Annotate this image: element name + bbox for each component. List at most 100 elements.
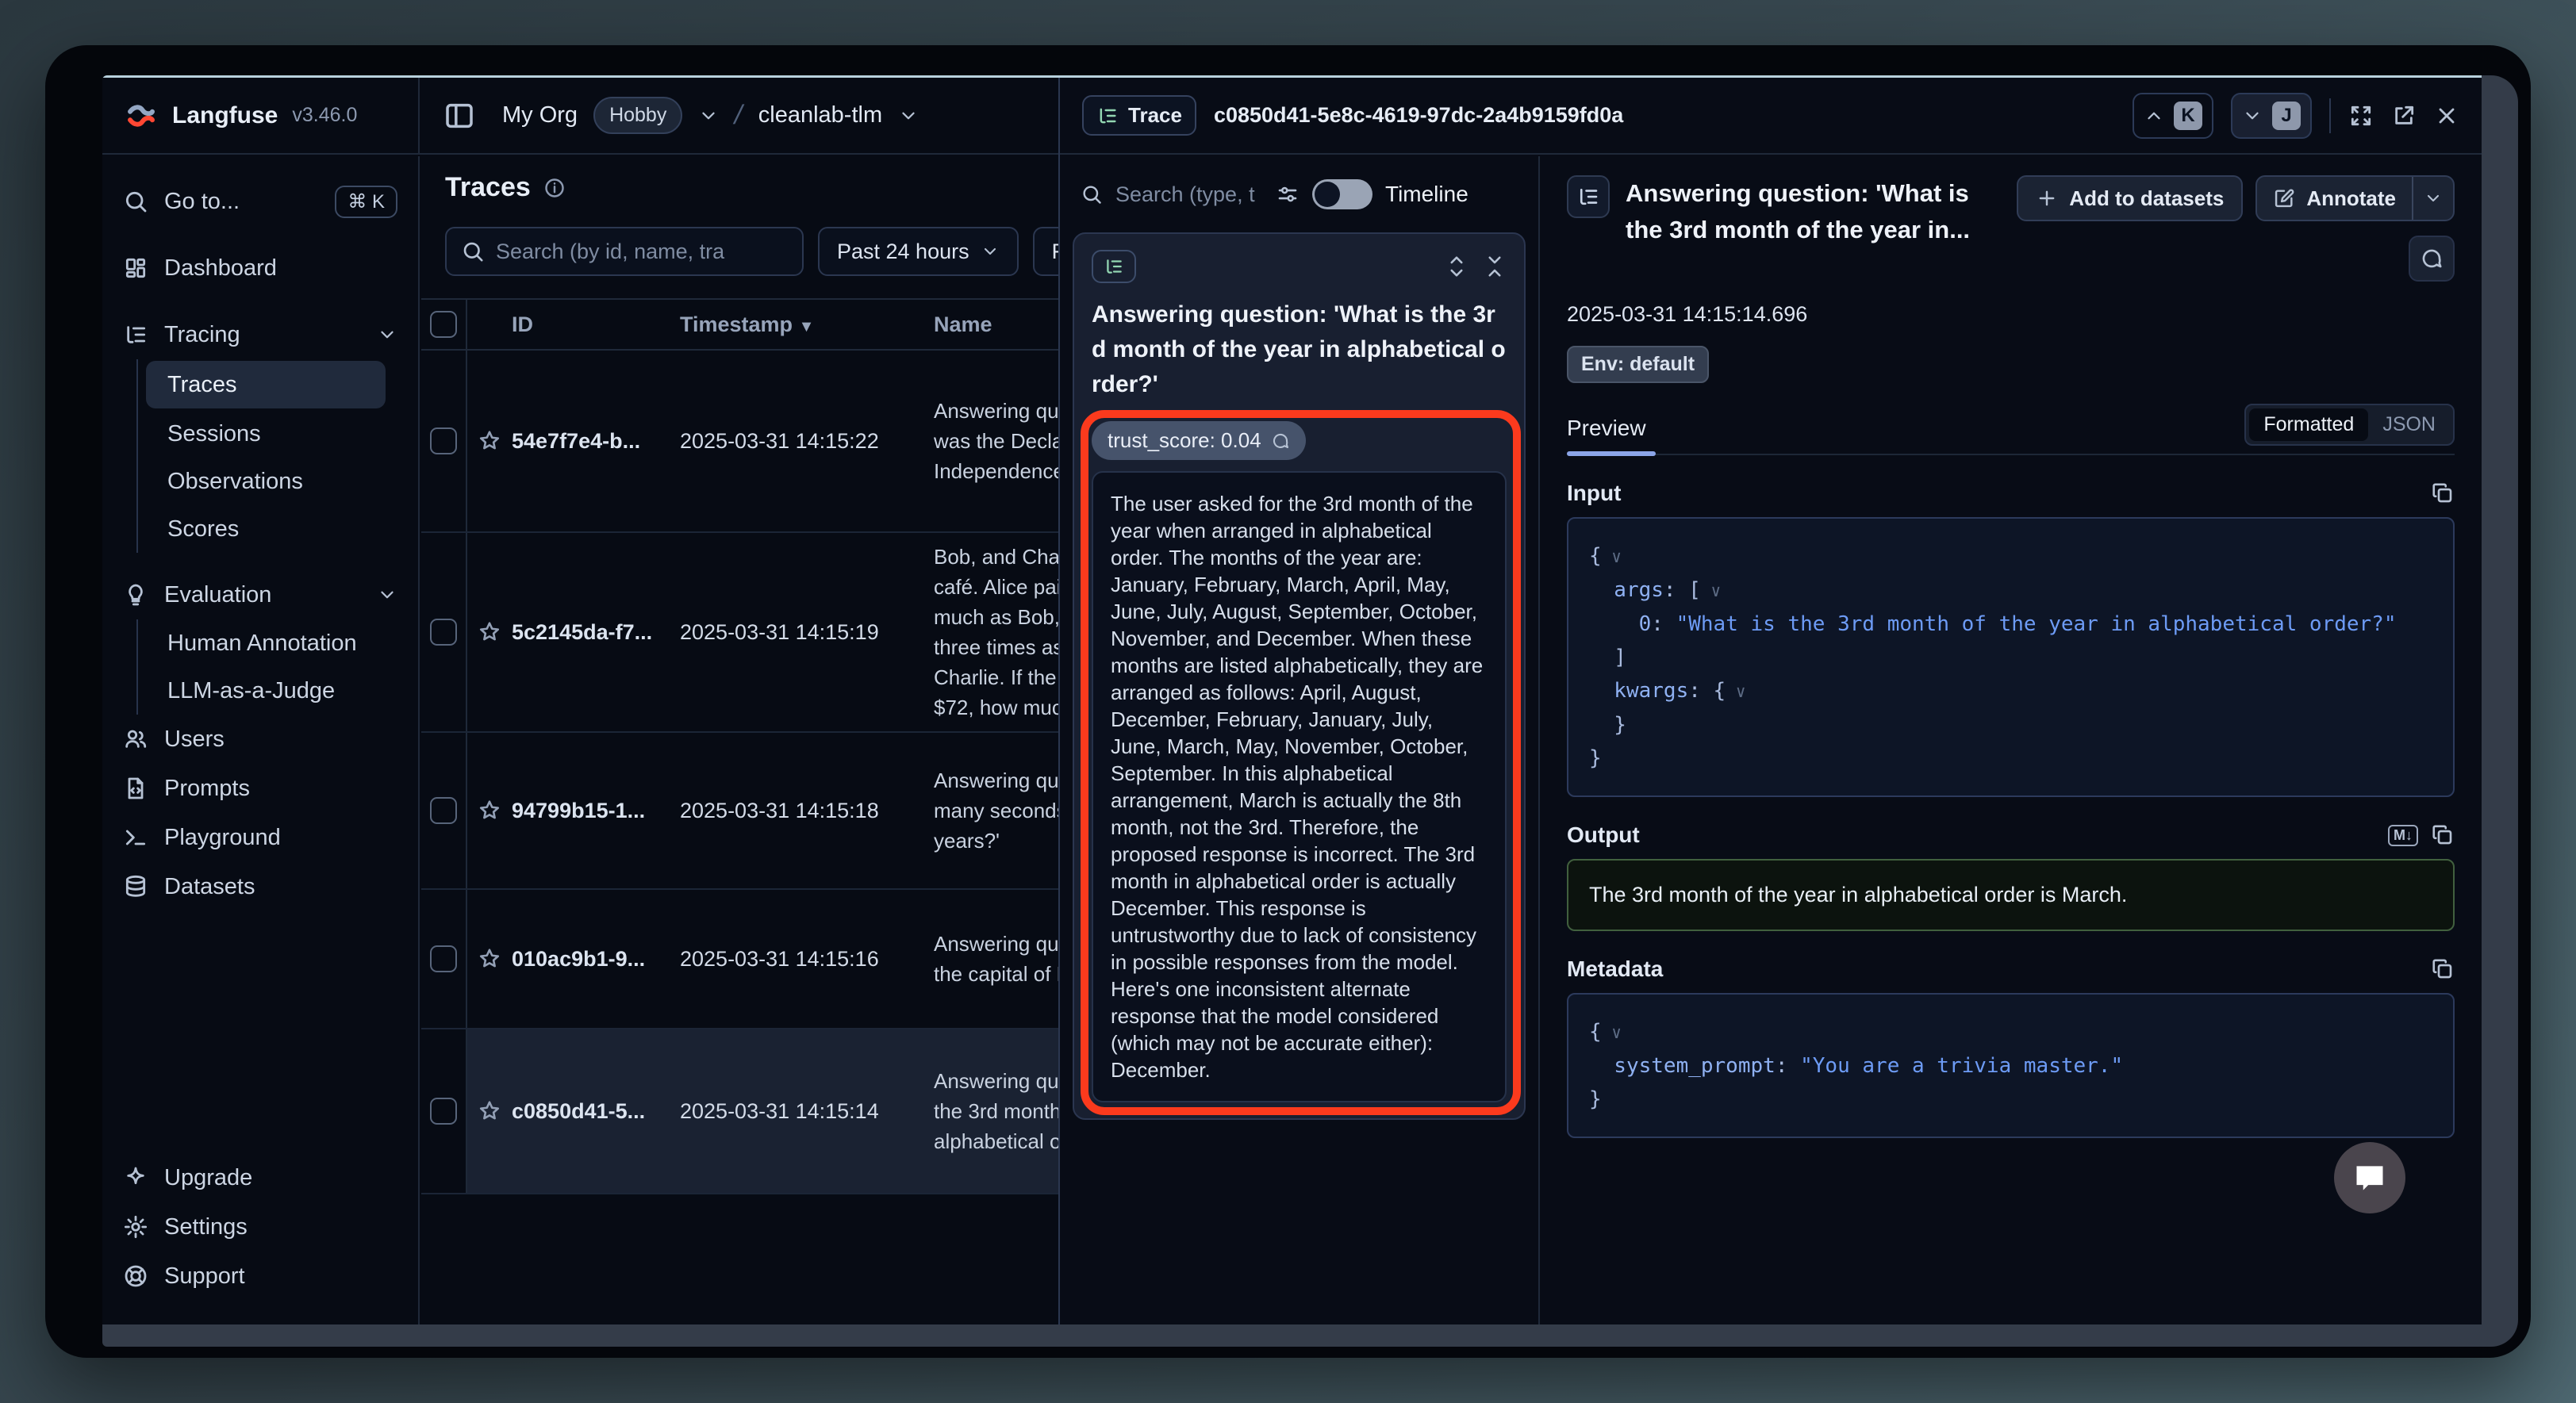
output-section: Output M↓ The 3rd month of the year in a… (1567, 822, 2455, 931)
sidebar-item-upgrade[interactable]: Upgrade (123, 1153, 397, 1202)
org-name[interactable]: My Org (502, 102, 578, 128)
brand-name: Langfuse (172, 102, 278, 129)
sidebar-item-traces[interactable]: Traces (146, 361, 386, 408)
sidebar-item-settings[interactable]: Settings (123, 1202, 397, 1252)
column-header-id[interactable]: ID (512, 312, 680, 337)
chevron-up-icon (2144, 105, 2164, 126)
input-json[interactable]: { ∨ args: [ ∨ 0: "What is the 3rd month … (1567, 517, 2455, 797)
search-icon (461, 240, 485, 263)
sidebar-item-prompts[interactable]: Prompts (123, 764, 397, 813)
time-range-select[interactable]: Past 24 hours (818, 227, 1019, 276)
annotate-button[interactable]: Annotate (2257, 177, 2412, 220)
lightbulb-icon (123, 582, 148, 608)
star-icon[interactable] (478, 947, 501, 971)
goto-search[interactable]: Go to... ⌘ K (123, 177, 397, 226)
tree-search-input[interactable] (1115, 182, 1263, 207)
star-icon[interactable] (478, 799, 501, 822)
sidebar-item-tracing[interactable]: Tracing (123, 310, 397, 359)
project-switcher-chevron-icon[interactable] (898, 105, 919, 126)
users-icon (123, 726, 148, 752)
browser-frame: Langfuse v3.46.0 My Org Hobby / cleanlab… (102, 75, 2518, 1347)
close-icon[interactable] (2434, 103, 2459, 128)
row-checkbox[interactable] (430, 1098, 457, 1125)
trace-card[interactable]: Answering question: 'What is the 3rd mon… (1073, 232, 1526, 1120)
prev-trace-button[interactable]: K (2133, 93, 2213, 139)
langfuse-app: Langfuse v3.46.0 My Org Hobby / cleanlab… (102, 75, 2482, 1324)
keycap-j: J (2272, 102, 2301, 130)
copy-icon[interactable] (2431, 823, 2455, 847)
chevron-down-icon (2424, 189, 2443, 208)
star-icon[interactable] (478, 1099, 501, 1123)
list-tree-icon (1104, 256, 1124, 277)
copy-icon[interactable] (2431, 957, 2455, 981)
annotate-dropdown-chevron[interactable] (2412, 177, 2453, 220)
list-tree-icon (1576, 185, 1600, 209)
sidebar-item-observations[interactable]: Observations (138, 458, 397, 505)
row-checkbox[interactable] (430, 945, 457, 972)
tab-preview[interactable]: Preview (1567, 416, 1646, 454)
next-trace-button[interactable]: J (2231, 93, 2312, 139)
star-icon[interactable] (478, 429, 501, 453)
sidebar-item-llm-as-a-judge[interactable]: LLM-as-a-Judge (138, 667, 397, 715)
format-toggle-formatted[interactable]: Formatted (2249, 408, 2368, 441)
sidebar-item-human-annotation[interactable]: Human Annotation (138, 619, 397, 667)
file-code-icon (123, 776, 148, 801)
output-text[interactable]: The 3rd month of the year in alphabetica… (1567, 859, 2455, 931)
timeline-toggle[interactable] (1312, 179, 1372, 209)
row-checkbox[interactable] (430, 797, 457, 824)
traces-search-input[interactable] (496, 240, 788, 264)
select-all-checkbox[interactable] (430, 311, 457, 338)
traces-search[interactable] (445, 227, 804, 276)
markdown-toggle-icon[interactable]: M↓ (2388, 825, 2418, 846)
detail-tabs: Preview Formatted JSON (1567, 404, 2455, 455)
search-icon (1081, 183, 1103, 205)
chat-bubble-icon (2352, 1160, 2387, 1195)
annotate-split-button: Annotate (2255, 175, 2455, 221)
trust-score-badge[interactable]: trust_score: 0.04 (1092, 421, 1306, 460)
sidebar-item-datasets[interactable]: Datasets (123, 862, 397, 911)
row-checkbox[interactable] (430, 619, 457, 646)
terminal-icon (123, 825, 148, 850)
page-title: Traces (445, 172, 531, 203)
format-toggle: Formatted JSON (2244, 404, 2455, 446)
org-switcher-chevron-icon[interactable] (698, 105, 719, 126)
comments-button[interactable] (2409, 236, 2455, 282)
sidebar-item-playground[interactable]: Playground (123, 813, 397, 862)
evaluation-subitems: Human Annotation LLM-as-a-Judge (136, 619, 397, 715)
add-to-datasets-button[interactable]: Add to datasets (2017, 175, 2243, 221)
sidebar-item-scores[interactable]: Scores (138, 505, 397, 553)
trace-title-badge (1567, 175, 1610, 218)
sidebar-item-dashboard[interactable]: Dashboard (123, 243, 397, 293)
trace-detail-drawer: Trace c0850d41-5e8c-4619-97dc-2a4b9159fd… (1058, 78, 2482, 1324)
star-icon[interactable] (478, 620, 501, 644)
trace-timestamp: 2025-03-31 14:15:14.696 (1567, 302, 2455, 327)
view-settings-icon[interactable] (1276, 182, 1300, 206)
drawer-body: Timeline Answering question: 'What is th… (1060, 156, 2482, 1324)
list-tree-icon (123, 322, 148, 347)
langfuse-logo-icon (125, 99, 158, 132)
sidebar-item-support[interactable]: Support (123, 1252, 397, 1301)
row-checkbox[interactable] (430, 427, 457, 454)
format-toggle-json[interactable]: JSON (2368, 408, 2450, 441)
metadata-json[interactable]: { ∨ system_prompt: "You are a trivia mas… (1567, 993, 2455, 1138)
expand-icon[interactable] (2348, 103, 2374, 128)
chat-widget-button[interactable] (2334, 1142, 2405, 1213)
sidebar-item-evaluation[interactable]: Evaluation (123, 570, 397, 619)
unfold-vertical-icon[interactable] (1445, 255, 1468, 278)
fold-vertical-icon[interactable] (1483, 255, 1507, 278)
trust-score-explanation: The user asked for the 3rd month of the … (1092, 471, 1507, 1102)
sidebar-item-sessions[interactable]: Sessions (138, 410, 397, 458)
sidebar-footer: Upgrade Settings Support (123, 1153, 397, 1301)
search-icon (123, 189, 148, 214)
tree-search-row: Timeline (1073, 169, 1526, 220)
list-tree-icon (1096, 105, 1119, 127)
brand[interactable]: Langfuse v3.46.0 (102, 78, 420, 153)
copy-icon[interactable] (2431, 481, 2455, 505)
column-header-timestamp[interactable]: Timestamp ▼ (680, 312, 934, 337)
open-external-icon[interactable] (2391, 103, 2417, 128)
info-icon[interactable] (543, 177, 566, 199)
trace-type-badge: Trace (1082, 95, 1196, 136)
sidebar-item-users[interactable]: Users (123, 715, 397, 764)
project-name[interactable]: cleanlab-tlm (758, 102, 882, 128)
sidebar-toggle-icon[interactable] (443, 100, 475, 132)
